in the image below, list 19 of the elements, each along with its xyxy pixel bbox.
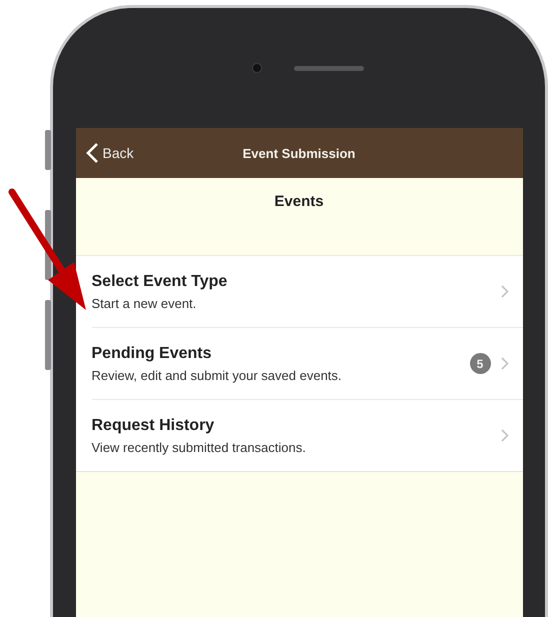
item-title: Select Event Type [92, 272, 228, 290]
item-subtitle: Review, edit and submit your saved events. [92, 368, 343, 382]
back-button[interactable]: Back [76, 142, 134, 164]
item-title: Request History [92, 416, 216, 434]
chevron-right-icon [500, 429, 508, 442]
camera-icon [252, 63, 262, 73]
chevron-right-icon [500, 357, 508, 370]
back-chevron-icon [86, 142, 98, 164]
nav-title: Event Submission [242, 146, 356, 160]
item-subtitle: Start a new event. [92, 296, 198, 310]
speaker-grille [294, 66, 364, 70]
item-subtitle: View recently submitted transactions. [92, 440, 307, 454]
menu-item[interactable]: Pending Events Review, edit and submit your saved events. 5 [92, 327, 522, 399]
count-badge: 5 [470, 353, 490, 374]
menu-item[interactable]: Request History View recently submitted transactions. [92, 399, 522, 471]
chevron-right-icon [500, 285, 508, 298]
page-title: Events [274, 193, 324, 212]
item-title: Pending Events [92, 344, 213, 362]
menu-item[interactable]: Select Event Type Start a new event. [76, 256, 522, 327]
